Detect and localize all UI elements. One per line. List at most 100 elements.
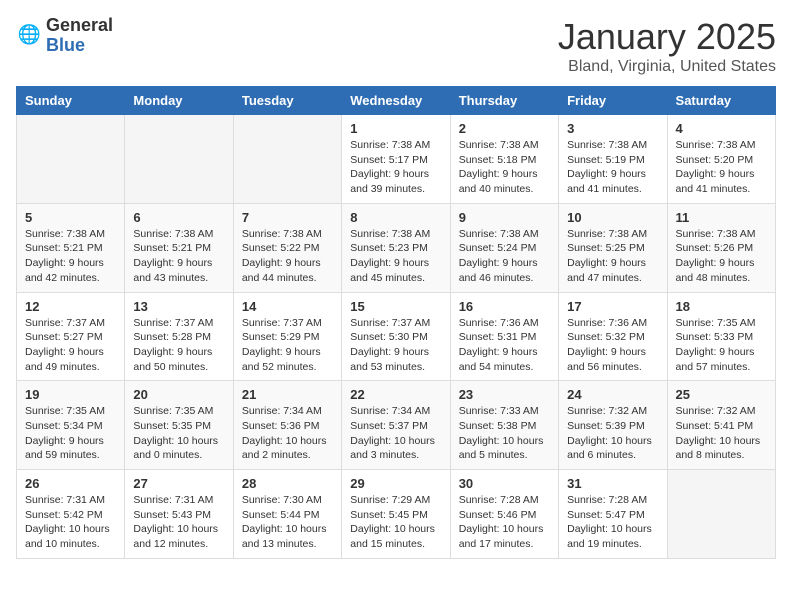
day-number: 20 (133, 387, 224, 402)
calendar-cell: 25 Sunrise: 7:32 AM Sunset: 5:41 PM Dayli… (667, 381, 775, 470)
calendar-cell: 30Sunrise: 7:28 AM Sunset: 5:46 PM Dayli… (450, 470, 558, 559)
calendar-cell: 13Sunrise: 7:37 AM Sunset: 5:28 PM Dayli… (125, 292, 233, 381)
calendar-cell: 20 Sunrise: 7:35 AM Sunset: 5:35 PM Dayli… (125, 381, 233, 470)
calendar-cell: 18 Sunrise: 7:35 AM Sunset: 5:33 PM Dayli… (667, 292, 775, 381)
calendar-cell: 22Sunrise: 7:34 AM Sunset: 5:37 PM Dayli… (342, 381, 450, 470)
day-number: 22 (350, 387, 441, 402)
day-number: 17 (567, 299, 658, 314)
day-number: 31 (567, 476, 658, 491)
day-info: Sunrise: 7:31 AM Sunset: 5:43 PM Dayligh… (133, 493, 224, 552)
weekday-header: Friday (559, 87, 667, 115)
day-info: Sunrise: 7:35 AM Sunset: 5:34 PM Dayligh… (25, 404, 116, 463)
calendar-week-row: 1 Sunrise: 7:38 AM Sunset: 5:17 PM Daylig… (17, 115, 776, 204)
calendar-week-row: 26 Sunrise: 7:31 AM Sunset: 5:42 PM Dayli… (17, 470, 776, 559)
day-number: 27 (133, 476, 224, 491)
calendar-cell: 16 Sunrise: 7:36 AM Sunset: 5:31 PM Dayli… (450, 292, 558, 381)
day-info: Sunrise: 7:32 AM Sunset: 5:39 PM Dayligh… (567, 404, 658, 463)
day-info: Sunrise: 7:38 AM Sunset: 5:22 PM Dayligh… (242, 227, 333, 286)
day-number: 19 (25, 387, 116, 402)
calendar-cell: 7 Sunrise: 7:38 AM Sunset: 5:22 PM Daylig… (233, 203, 341, 292)
day-info: Sunrise: 7:38 AM Sunset: 5:24 PM Dayligh… (459, 227, 550, 286)
calendar-cell: 6Sunrise: 7:38 AM Sunset: 5:21 PM Daylig… (125, 203, 233, 292)
calendar-cell: 17 Sunrise: 7:36 AM Sunset: 5:32 PM Dayli… (559, 292, 667, 381)
day-number: 28 (242, 476, 333, 491)
calendar-cell (667, 470, 775, 559)
day-number: 5 (25, 210, 116, 225)
day-info: Sunrise: 7:35 AM Sunset: 5:35 PM Dayligh… (133, 404, 224, 463)
day-info: Sunrise: 7:36 AM Sunset: 5:31 PM Dayligh… (459, 316, 550, 375)
calendar-cell: 27 Sunrise: 7:31 AM Sunset: 5:43 PM Dayli… (125, 470, 233, 559)
calendar-cell: 14Sunrise: 7:37 AM Sunset: 5:29 PM Dayli… (233, 292, 341, 381)
calendar-cell: 10 Sunrise: 7:38 AM Sunset: 5:25 PM Dayli… (559, 203, 667, 292)
calendar-cell: 3 Sunrise: 7:38 AM Sunset: 5:19 PM Daylig… (559, 115, 667, 204)
day-number: 29 (350, 476, 441, 491)
calendar-table: SundayMondayTuesdayWednesdayThursdayFrid… (16, 86, 776, 559)
day-info: Sunrise: 7:38 AM Sunset: 5:23 PM Dayligh… (350, 227, 441, 286)
day-info: Sunrise: 7:37 AM Sunset: 5:27 PM Dayligh… (25, 316, 116, 375)
calendar-cell: 11 Sunrise: 7:38 AM Sunset: 5:26 PM Dayli… (667, 203, 775, 292)
day-number: 26 (25, 476, 116, 491)
day-number: 24 (567, 387, 658, 402)
day-info: Sunrise: 7:38 AM Sunset: 5:21 PM Dayligh… (25, 227, 116, 286)
day-info: Sunrise: 7:29 AM Sunset: 5:45 PM Dayligh… (350, 493, 441, 552)
day-number: 9 (459, 210, 550, 225)
calendar-cell (17, 115, 125, 204)
calendar-cell (233, 115, 341, 204)
calendar-cell (125, 115, 233, 204)
day-number: 18 (676, 299, 767, 314)
day-info: Sunrise: 7:38 AM Sunset: 5:26 PM Dayligh… (676, 227, 767, 286)
weekday-header: Wednesday (342, 87, 450, 115)
calendar-cell: 4 Sunrise: 7:38 AM Sunset: 5:20 PM Daylig… (667, 115, 775, 204)
day-number: 7 (242, 210, 333, 225)
day-number: 23 (459, 387, 550, 402)
day-info: Sunrise: 7:38 AM Sunset: 5:18 PM Dayligh… (459, 138, 550, 197)
calendar-cell: 9 Sunrise: 7:38 AM Sunset: 5:24 PM Daylig… (450, 203, 558, 292)
day-number: 11 (676, 210, 767, 225)
logo-icon: 🌐 (16, 22, 44, 50)
day-info: Sunrise: 7:36 AM Sunset: 5:32 PM Dayligh… (567, 316, 658, 375)
calendar-cell: 19 Sunrise: 7:35 AM Sunset: 5:34 PM Dayli… (17, 381, 125, 470)
day-number: 16 (459, 299, 550, 314)
day-info: Sunrise: 7:35 AM Sunset: 5:33 PM Dayligh… (676, 316, 767, 375)
day-number: 6 (133, 210, 224, 225)
weekday-header: Thursday (450, 87, 558, 115)
calendar-week-row: 19 Sunrise: 7:35 AM Sunset: 5:34 PM Dayli… (17, 381, 776, 470)
calendar-cell: 2 Sunrise: 7:38 AM Sunset: 5:18 PM Daylig… (450, 115, 558, 204)
calendar-cell: 12 Sunrise: 7:37 AM Sunset: 5:27 PM Dayli… (17, 292, 125, 381)
calendar-cell: 15Sunrise: 7:37 AM Sunset: 5:30 PM Dayli… (342, 292, 450, 381)
day-info: Sunrise: 7:38 AM Sunset: 5:20 PM Dayligh… (676, 138, 767, 197)
day-info: Sunrise: 7:28 AM Sunset: 5:47 PM Dayligh… (567, 493, 658, 552)
calendar-week-row: 12 Sunrise: 7:37 AM Sunset: 5:27 PM Dayli… (17, 292, 776, 381)
day-number: 21 (242, 387, 333, 402)
calendar-cell: 24 Sunrise: 7:32 AM Sunset: 5:39 PM Dayli… (559, 381, 667, 470)
location-title: Bland, Virginia, United States (558, 58, 776, 76)
day-number: 3 (567, 121, 658, 136)
day-number: 2 (459, 121, 550, 136)
day-number: 12 (25, 299, 116, 314)
logo: 🌐 General Blue (16, 16, 113, 56)
day-number: 30 (459, 476, 550, 491)
title-section: January 2025 Bland, Virginia, United Sta… (558, 16, 776, 76)
day-info: Sunrise: 7:38 AM Sunset: 5:19 PM Dayligh… (567, 138, 658, 197)
calendar-cell: 26 Sunrise: 7:31 AM Sunset: 5:42 PM Dayli… (17, 470, 125, 559)
weekday-header: Monday (125, 87, 233, 115)
weekday-header: Tuesday (233, 87, 341, 115)
day-number: 25 (676, 387, 767, 402)
day-number: 1 (350, 121, 441, 136)
logo-blue-text: Blue (46, 36, 113, 56)
day-number: 15 (350, 299, 441, 314)
calendar-week-row: 5 Sunrise: 7:38 AM Sunset: 5:21 PM Daylig… (17, 203, 776, 292)
day-number: 10 (567, 210, 658, 225)
svg-text:🌐: 🌐 (18, 23, 41, 45)
day-info: Sunrise: 7:37 AM Sunset: 5:28 PM Dayligh… (133, 316, 224, 375)
day-number: 4 (676, 121, 767, 136)
calendar-cell: 8Sunrise: 7:38 AM Sunset: 5:23 PM Daylig… (342, 203, 450, 292)
day-info: Sunrise: 7:38 AM Sunset: 5:17 PM Dayligh… (350, 138, 441, 197)
day-number: 14 (242, 299, 333, 314)
day-info: Sunrise: 7:32 AM Sunset: 5:41 PM Dayligh… (676, 404, 767, 463)
day-info: Sunrise: 7:31 AM Sunset: 5:42 PM Dayligh… (25, 493, 116, 552)
day-info: Sunrise: 7:38 AM Sunset: 5:25 PM Dayligh… (567, 227, 658, 286)
calendar-cell: 28Sunrise: 7:30 AM Sunset: 5:44 PM Dayli… (233, 470, 341, 559)
page-header: 🌐 General Blue January 2025 Bland, Virgi… (16, 16, 776, 76)
month-title: January 2025 (558, 16, 776, 58)
